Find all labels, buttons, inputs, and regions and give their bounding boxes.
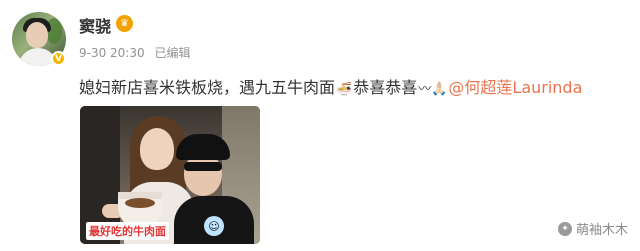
photo-woman-face xyxy=(140,128,174,170)
post-body: 媳妇新店喜米铁板烧，遇九五牛肉面🍜恭喜恭喜〰🙏🏻@何超莲Laurinda xyxy=(79,74,582,98)
shirt-smiley-icon: ☺ xyxy=(204,216,224,236)
post-text-main: 媳妇新店喜米铁板烧，遇九五牛肉面 xyxy=(79,78,336,97)
post-text-congrats: 恭喜恭喜 xyxy=(353,78,418,97)
image-caption: 最好吃的牛肉面 xyxy=(86,222,169,240)
post-meta: 9-30 20:30 已编辑 xyxy=(79,44,196,61)
edited-label[interactable]: 已编辑 xyxy=(154,46,190,60)
photo-sunglasses xyxy=(184,162,222,171)
photo-man-face xyxy=(184,154,222,196)
post-image[interactable]: ☺ 最好吃的牛肉面 xyxy=(80,106,260,244)
watermark-text: 萌袖木木 xyxy=(575,223,628,238)
author-name[interactable]: 窦骁 xyxy=(79,13,111,37)
photo-man-hat xyxy=(176,134,230,160)
weibo-watermark-icon: ✦ xyxy=(557,221,572,236)
photo-noodle-soup xyxy=(125,198,155,208)
noodle-bowl-emoji-icon: 🍜 xyxy=(336,82,353,97)
crown-icon[interactable]: ♛ xyxy=(116,15,133,32)
post-timestamp[interactable]: 9-30 20:30 xyxy=(79,46,145,60)
avatar-face xyxy=(26,22,48,48)
verified-badge-icon: V xyxy=(51,51,66,66)
watermark: ✦ 萌袖木木 xyxy=(557,219,628,238)
celebrate-emoji-icon: 〰🙏🏻 xyxy=(418,82,448,97)
mention-link[interactable]: @何超莲Laurinda xyxy=(448,78,582,97)
